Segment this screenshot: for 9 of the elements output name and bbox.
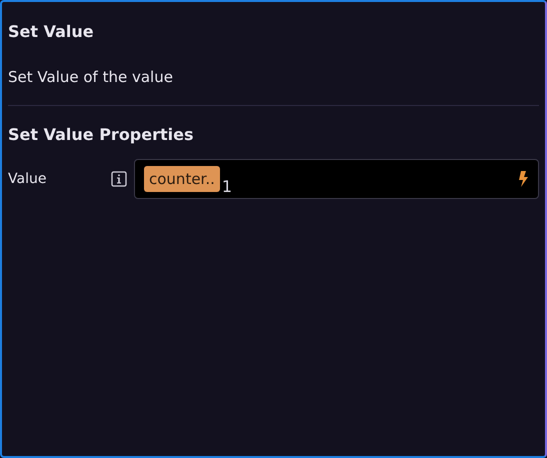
variable-tag[interactable]: counter.. [144, 166, 220, 192]
section-title: Set Value Properties [8, 124, 195, 146]
panel-description: Set Value of the value [8, 67, 174, 88]
panel-title: Set Value [8, 21, 95, 43]
lightning-icon[interactable] [518, 171, 528, 187]
value-text: 1 [222, 176, 232, 196]
value-input-field[interactable]: counter.. 1 [134, 159, 539, 199]
info-icon[interactable] [111, 171, 127, 187]
property-label: Value [8, 171, 48, 187]
